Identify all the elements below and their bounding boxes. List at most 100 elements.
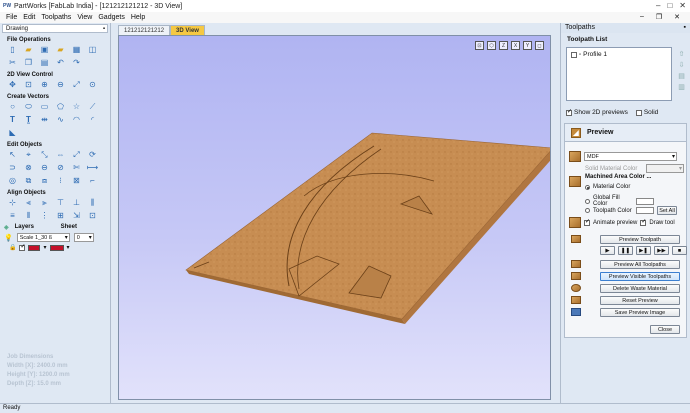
sheet-select[interactable]: 0 <box>73 233 94 242</box>
menu-file[interactable]: File <box>6 14 17 21</box>
text-icon[interactable]: T <box>7 115 18 125</box>
layer-add-icon[interactable]: ▾ <box>43 244 46 251</box>
menu-help[interactable]: Help <box>131 14 145 21</box>
doc-minimize-icon[interactable]: – <box>640 13 644 21</box>
toolpath-list[interactable]: ▫ Profile 1 <box>566 47 672 101</box>
align-bottom-icon[interactable]: ⊥ <box>71 198 82 208</box>
skip-button[interactable]: ▶▶ <box>654 246 669 255</box>
maximize-icon[interactable]: □ <box>667 2 672 10</box>
material-select[interactable]: MDF <box>584 152 677 161</box>
paste-icon[interactable]: ▤ <box>39 58 50 68</box>
show-2d-previews-checkbox[interactable] <box>566 108 572 116</box>
align-hcenter-icon[interactable]: ⫼ <box>87 198 98 208</box>
align-center-icon[interactable]: ⊹ <box>7 198 18 208</box>
play-button[interactable]: ▶ <box>600 246 615 255</box>
move-down-icon[interactable]: ⇩ <box>677 61 686 70</box>
align-page-icon[interactable]: ⊞ <box>55 211 66 221</box>
panel-pin-icon[interactable]: ▪ <box>684 23 686 33</box>
offset-icon[interactable]: ◎ <box>7 176 18 186</box>
scale-icon[interactable]: ⤢ <box>71 150 82 160</box>
pan-icon[interactable]: ✥ <box>7 80 18 90</box>
move-up-icon[interactable]: ⇧ <box>677 50 686 59</box>
front-view-icon[interactable]: X <box>511 41 520 50</box>
transform-icon[interactable]: ⤡ <box>39 150 50 160</box>
distribute-h-icon[interactable]: ⫴ <box>23 211 34 221</box>
layer-color-swatch-2[interactable] <box>49 244 64 251</box>
zoom-in-icon[interactable]: ⊕ <box>39 80 50 90</box>
size-icon[interactable]: ⇲ <box>71 211 82 221</box>
text-on-curve-icon[interactable]: T̰ <box>23 115 34 125</box>
nest-icon[interactable]: ⊠ <box>71 176 82 186</box>
preview-visible-button[interactable]: Preview Visible Toolpaths <box>600 272 680 281</box>
reset-preview-button[interactable]: Reset Preview <box>600 296 680 305</box>
import-icon[interactable]: ▰ <box>55 45 66 55</box>
preview-toolpath-button[interactable]: Preview Toolpath <box>600 235 680 244</box>
save-icon[interactable]: ▣ <box>39 45 50 55</box>
layer-checkbox[interactable] <box>19 243 26 251</box>
arc-icon[interactable]: ◠ <box>71 115 82 125</box>
3d-viewport[interactable]: ⊡ ⬡ Z X Y ◻ <box>118 35 551 400</box>
rectangle-icon[interactable]: ▭ <box>39 102 50 112</box>
select-icon[interactable]: ↖ <box>7 150 18 160</box>
solid-color-select[interactable] <box>646 164 684 173</box>
ortho-icon[interactable]: ◻ <box>535 41 544 50</box>
mirror-icon[interactable]: ⇔ <box>55 150 66 160</box>
layer-color-arrow[interactable]: ▾ <box>67 244 70 251</box>
distribute-v-icon[interactable]: ⋮ <box>39 211 50 221</box>
toolpath-color-swatch[interactable] <box>636 207 654 214</box>
preview-all-button[interactable]: Preview All Toolpaths <box>600 260 680 269</box>
edit-toolpath-icon[interactable]: ▤ <box>677 72 686 81</box>
zoom-box-icon[interactable]: ⊡ <box>23 80 34 90</box>
dimension-icon[interactable]: ⇹ <box>39 115 50 125</box>
toolpath-color-radio[interactable] <box>585 208 590 213</box>
zoom-selected-icon[interactable]: ⊙ <box>87 80 98 90</box>
fit-icon[interactable]: ⊡ <box>475 41 484 50</box>
global-fill-swatch[interactable] <box>636 197 654 205</box>
polyline-icon[interactable]: ⟋ <box>87 102 98 112</box>
align-left-icon[interactable]: ⫷ <box>23 198 34 208</box>
layer-color-swatch[interactable] <box>28 244 41 251</box>
ungroup-icon[interactable]: ⧈ <box>39 176 50 186</box>
copy-icon[interactable]: ❐ <box>23 58 34 68</box>
polygon-icon[interactable]: ⬠ <box>55 102 66 112</box>
subtract-icon[interactable]: ⊖ <box>39 163 50 173</box>
tab-3d-view[interactable]: 3D View <box>170 25 205 35</box>
delete-waste-button[interactable]: Delete Waste Material <box>600 284 680 293</box>
import-bitmap-icon[interactable]: ▦ <box>71 45 82 55</box>
menu-gadgets[interactable]: Gadgets <box>98 14 124 21</box>
draw-mode-icon[interactable]: ◣ <box>7 128 18 138</box>
array-icon[interactable]: ⁝ <box>55 176 66 186</box>
cut-icon[interactable]: ✂ <box>7 58 18 68</box>
ellipse-icon[interactable]: ⬭ <box>23 102 34 112</box>
lock-icon[interactable]: 🔒 <box>9 244 16 251</box>
layer-visible-icon[interactable]: 💡 <box>4 234 13 242</box>
extend-icon[interactable]: ⟼ <box>87 163 98 173</box>
align-vcenter-icon[interactable]: ≡ <box>7 211 18 221</box>
zoom-out-icon[interactable]: ⊖ <box>55 80 66 90</box>
trim-icon[interactable]: ✄ <box>71 163 82 173</box>
node-edit-icon[interactable]: ⌖ <box>23 150 34 160</box>
save-preview-image-button[interactable]: Save Preview Image <box>600 308 680 317</box>
weld-icon[interactable]: ⊗ <box>23 163 34 173</box>
circle-icon[interactable]: ○ <box>7 102 18 112</box>
tab-2d-view[interactable]: 121212121212 <box>118 25 171 35</box>
doc-restore-icon[interactable]: ❐ <box>656 13 662 21</box>
set-all-button[interactable]: Set All <box>657 206 677 215</box>
side-view-icon[interactable]: Y <box>523 41 532 50</box>
zoom-fit-icon[interactable]: ⤢ <box>71 80 82 90</box>
material-color-radio[interactable] <box>585 184 590 190</box>
rotate-icon[interactable]: ⟳ <box>87 150 98 160</box>
curve-icon[interactable]: ∿ <box>55 115 66 125</box>
solid-checkbox[interactable] <box>635 109 642 116</box>
undo-icon[interactable]: ↶ <box>55 58 66 68</box>
redo-icon[interactable]: ↷ <box>71 58 82 68</box>
fillet-icon[interactable]: ◜ <box>87 115 98 125</box>
top-view-icon[interactable]: Z <box>499 41 508 50</box>
global-fill-radio[interactable] <box>585 198 590 204</box>
iso-view-icon[interactable]: ⬡ <box>487 41 496 50</box>
join-icon[interactable]: ⊃ <box>7 163 18 173</box>
step-forward-button[interactable]: ▶❚ <box>636 246 651 255</box>
drawing-tab[interactable]: Drawing ▪ <box>2 24 108 33</box>
stop-button[interactable]: ■ <box>672 246 687 255</box>
pin-icon[interactable]: ▪ <box>103 25 105 32</box>
